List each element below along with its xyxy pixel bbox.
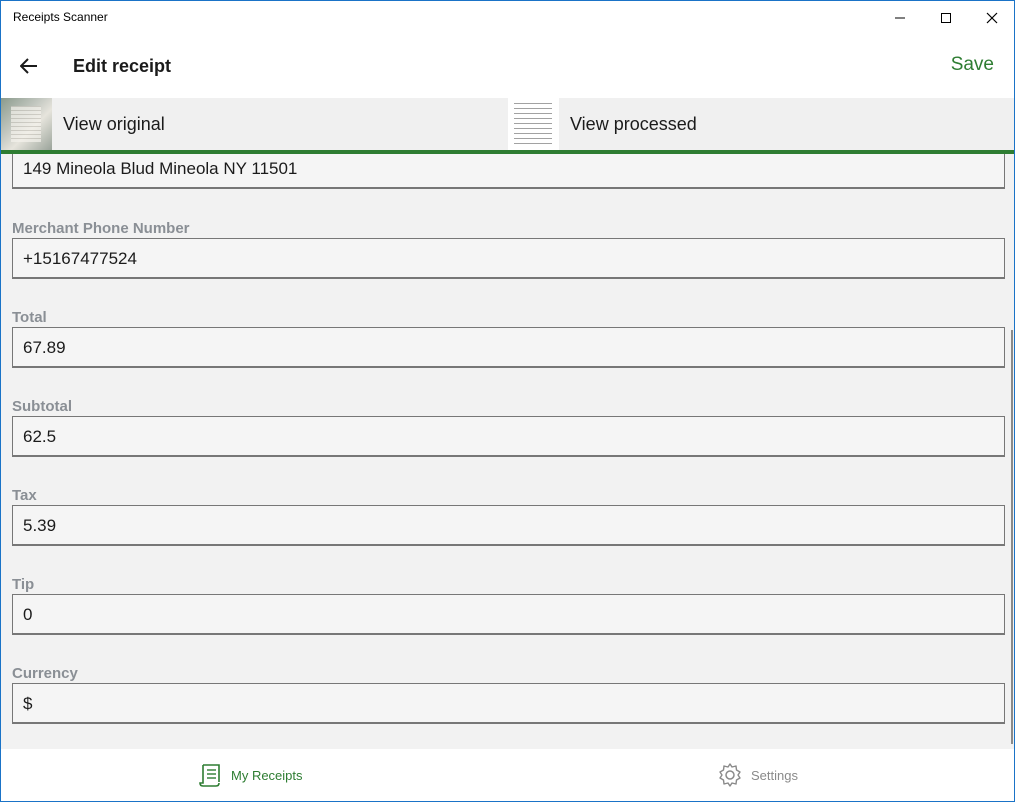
view-processed-tab[interactable]: View processed	[508, 98, 1014, 150]
title-bar: Receipts Scanner	[1, 1, 1014, 34]
app-window: Receipts Scanner Edit receipt Save View …	[0, 0, 1015, 802]
view-original-tab[interactable]: View original	[1, 98, 507, 150]
nav-my-receipts-label: My Receipts	[231, 767, 303, 783]
view-processed-label: View processed	[570, 113, 697, 134]
minimize-button[interactable]	[877, 1, 923, 34]
phone-label: Merchant Phone Number	[12, 220, 190, 237]
back-button[interactable]	[9, 46, 49, 86]
back-arrow-icon	[20, 58, 37, 74]
tip-label: Tip	[12, 576, 35, 593]
nav-settings-label: Settings	[751, 767, 798, 783]
receipt-form[interactable]: 149 Mineola Blud Mineola NY 11501 Mercha…	[1, 154, 1014, 749]
app-title: Receipts Scanner	[13, 10, 108, 24]
receipt-icon	[199, 764, 220, 787]
view-original-label: View original	[63, 113, 165, 134]
tax-field[interactable]: 5.39	[12, 505, 1005, 546]
currency-label: Currency	[12, 665, 78, 682]
maximize-button[interactable]	[923, 1, 969, 34]
total-field[interactable]: 67.89	[12, 327, 1005, 368]
form-scrollbar[interactable]	[1011, 330, 1013, 744]
subtotal-label: Subtotal	[12, 398, 72, 415]
minimize-icon	[895, 17, 905, 18]
tip-field[interactable]: 0	[12, 594, 1005, 635]
merchant-address-field[interactable]: 149 Mineola Blud Mineola NY 11501	[12, 154, 1005, 189]
original-receipt-thumbnail	[1, 98, 52, 150]
phone-field[interactable]: +15167477524	[12, 238, 1005, 279]
maximize-icon	[941, 12, 951, 23]
total-label: Total	[12, 309, 47, 326]
bottom-nav: My Receipts Settings	[1, 749, 1014, 801]
nav-my-receipts[interactable]: My Receipts	[197, 749, 303, 801]
close-button[interactable]	[969, 1, 1014, 34]
currency-field[interactable]: $	[12, 683, 1005, 724]
image-tabs: View original View processed	[1, 98, 1014, 150]
subtotal-field[interactable]: 62.5	[12, 416, 1005, 457]
nav-settings[interactable]: Settings	[717, 749, 798, 801]
page-title: Edit receipt	[73, 56, 172, 76]
close-icon	[986, 12, 998, 23]
tax-label: Tax	[12, 487, 37, 504]
processed-receipt-thumbnail	[508, 98, 559, 150]
save-button[interactable]: Save	[951, 54, 994, 76]
gear-icon	[719, 763, 741, 787]
app-header: Edit receipt Save	[1, 34, 1014, 98]
